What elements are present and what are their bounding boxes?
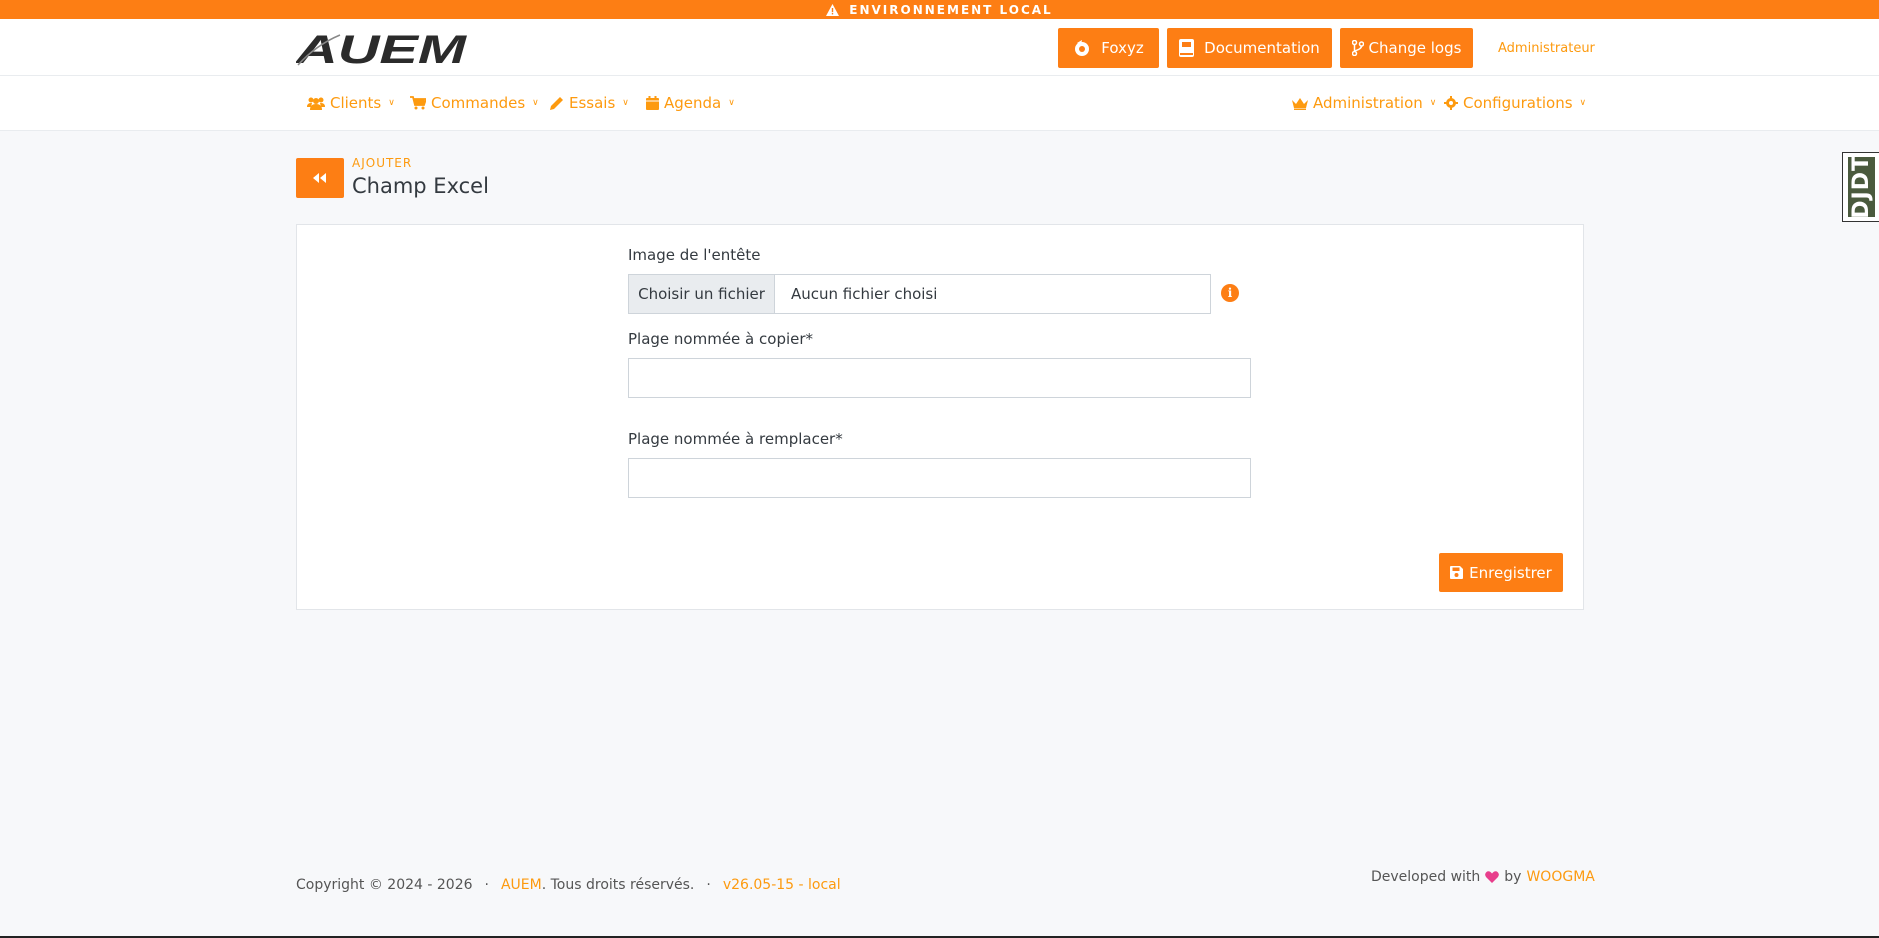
remplacer-field-label: Plage nommée à remplacer* [628, 430, 843, 448]
footer-credits: Developed with by WOOGMA [1371, 869, 1595, 885]
nav-item-configurations[interactable]: Configurations ∨ [1444, 93, 1586, 113]
environment-banner: ENVIRONNEMENT LOCAL [0, 0, 1879, 19]
remplacer-input[interactable] [628, 458, 1251, 498]
save-button[interactable]: Enregistrer [1439, 553, 1563, 592]
page-title: Champ Excel [352, 174, 489, 198]
nav-label-essais: Essais [569, 94, 616, 112]
developed-with-text: Developed with [1371, 869, 1481, 885]
nav-label-configurations: Configurations [1463, 94, 1573, 112]
heart-icon [1485, 871, 1500, 883]
choose-file-button[interactable]: Choisir un fichier [629, 275, 775, 313]
foxyz-label: Foxyz [1101, 39, 1144, 57]
back-button[interactable] [296, 158, 344, 198]
chevron-down-icon: ∨ [1429, 98, 1437, 108]
page-kicker: AJOUTER [352, 156, 413, 170]
save-button-label: Enregistrer [1469, 563, 1552, 582]
image-field-label: Image de l'entête [628, 246, 761, 264]
company-link[interactable]: WOOGMA [1526, 869, 1594, 885]
file-status-text: Aucun fichier choisi [791, 285, 938, 303]
nav-label-agenda: Agenda [664, 94, 722, 112]
separator-dot: · [484, 877, 489, 893]
nav-label-administration: Administration [1313, 94, 1423, 112]
copier-field-label: Plage nommée à copier* [628, 330, 814, 348]
info-icon[interactable]: i [1221, 284, 1239, 302]
footer-brand-link[interactable]: AUEM [501, 877, 542, 893]
change-logs-label: Change logs [1368, 39, 1462, 57]
chevron-down-icon: ∨ [622, 98, 629, 108]
nav-label-commandes: Commandes [431, 94, 526, 112]
rights-text: . Tous droits réservés. [541, 877, 695, 893]
chevron-down-icon: ∨ [388, 98, 395, 108]
environment-banner-text: ENVIRONNEMENT LOCAL [849, 2, 1053, 17]
documentation-button[interactable]: Documentation [1167, 28, 1332, 68]
pencil-icon [550, 97, 563, 110]
nav-item-agenda[interactable]: Agenda ∨ [646, 93, 735, 113]
copyright-text: Copyright © 2024 - 2026 [296, 877, 473, 893]
warning-icon [826, 3, 840, 16]
chevron-down-icon: ∨ [532, 98, 539, 108]
code-branch-icon [1351, 40, 1364, 56]
debug-toolbar-label-box: DJDT [1847, 155, 1875, 219]
book-icon [1179, 39, 1195, 57]
version-link[interactable]: v26.05-15 - local [723, 877, 841, 893]
nav-item-clients[interactable]: Clients ∨ [307, 93, 395, 113]
nav-item-commandes[interactable]: Commandes ∨ [410, 93, 539, 113]
user-menu-link[interactable]: Administrateur [1498, 41, 1595, 56]
foxyz-icon [1075, 40, 1090, 56]
chevron-down-icon: ∨ [1579, 98, 1587, 108]
chevron-down-icon: ∨ [728, 98, 735, 108]
svg-text:AUEM: AUEM [296, 31, 468, 66]
documentation-label: Documentation [1204, 39, 1320, 57]
save-icon [1450, 566, 1464, 579]
copier-input[interactable] [628, 358, 1251, 398]
gear-icon [1444, 96, 1458, 110]
nav-item-administration[interactable]: Administration ∨ [1292, 93, 1436, 113]
nav-label-clients: Clients [330, 94, 382, 112]
nav-item-essais[interactable]: Essais ∨ [550, 93, 629, 113]
debug-toolbar-handle[interactable]: DJDT [1842, 152, 1879, 222]
crown-icon [1292, 97, 1308, 110]
separator-dot: · [706, 877, 711, 893]
image-file-input[interactable]: Choisir un fichier Aucun fichier choisi [628, 274, 1211, 314]
developed-by-text: by [1504, 869, 1522, 885]
auem-logo[interactable]: AUEM [296, 31, 468, 66]
change-logs-button[interactable]: Change logs [1340, 28, 1473, 68]
calendar-icon [646, 96, 659, 110]
debug-toolbar-label: DJDT [1848, 155, 1874, 219]
foxyz-button[interactable]: Foxyz [1058, 28, 1159, 68]
users-icon [307, 97, 325, 110]
cart-icon [410, 96, 426, 110]
main-navbar: Clients ∨ Commandes ∨ Essais ∨ Agenda ∨ [0, 76, 1879, 131]
top-header: AUEM Foxyz Documentation Change logs Adm… [0, 19, 1879, 76]
double-chevron-left-icon [313, 173, 326, 183]
footer-copyright: Copyright © 2024 - 2026 · AUEM . Tous dr… [296, 877, 841, 893]
